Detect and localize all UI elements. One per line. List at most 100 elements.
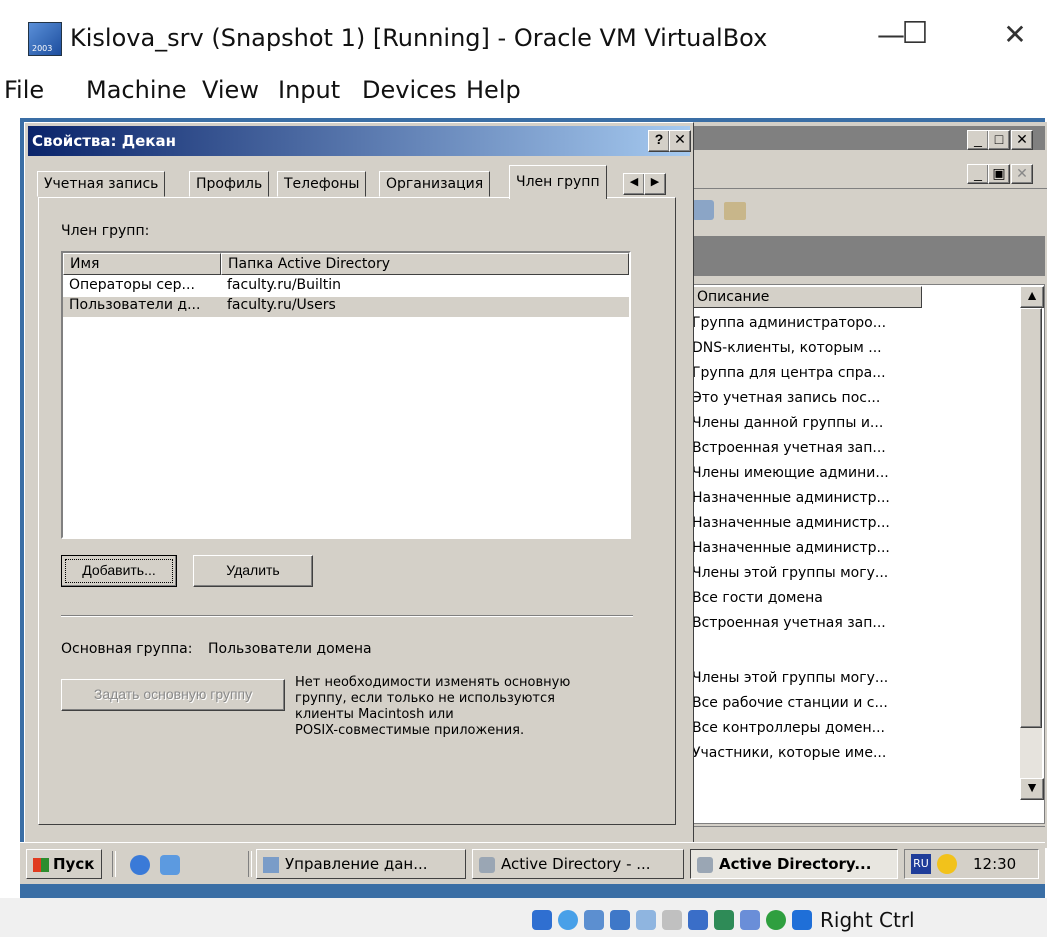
find-icon[interactable] — [692, 200, 714, 220]
help-icon[interactable]: ? — [648, 130, 670, 152]
menu-file[interactable]: File — [4, 76, 44, 104]
shared-folders-icon[interactable] — [662, 910, 682, 930]
tab-scroll-right-icon[interactable]: ▶ — [644, 173, 666, 195]
close-button[interactable]: ✕ — [990, 18, 1040, 51]
scroll-down-icon[interactable]: ▼ — [1020, 778, 1044, 800]
bg-maximize-icon[interactable]: □ — [988, 130, 1010, 150]
group-folder: faculty.ru/Users — [227, 297, 336, 313]
list-item[interactable]: Назначенные администр... — [692, 515, 890, 531]
add-button[interactable]: Добавить... — [61, 555, 177, 587]
member-of-label: Член групп: — [61, 223, 150, 239]
tab-account[interactable]: Учетная запись — [37, 171, 166, 197]
description-column-header[interactable]: Описание — [692, 286, 922, 308]
group-folder: faculty.ru/Builtin — [227, 277, 342, 293]
virtualbox-app-icon: 2003 — [28, 22, 62, 56]
menu-help[interactable]: Help — [466, 76, 521, 104]
dialog-close-icon[interactable]: ✕ — [669, 130, 691, 152]
table-row[interactable]: Пользователи д... faculty.ru/Users — [63, 297, 629, 317]
list-item[interactable]: Все рабочие станции и с... — [692, 695, 888, 711]
scrollbar-thumb[interactable] — [1020, 308, 1042, 728]
list-item[interactable]: Назначенные администр... — [692, 490, 890, 506]
tab-profile[interactable]: Профиль — [189, 171, 270, 197]
quick-launch-icon[interactable] — [160, 855, 180, 875]
remove-button[interactable]: Удалить — [193, 555, 313, 587]
menu-view[interactable]: View — [202, 76, 259, 104]
tab-phones[interactable]: Телефоны — [277, 171, 367, 197]
child-restore-icon[interactable]: ▣ — [988, 164, 1010, 184]
column-name-header[interactable]: Имя — [63, 253, 221, 275]
optical-drive-icon[interactable] — [532, 910, 552, 930]
language-indicator[interactable]: RU — [911, 854, 931, 874]
list-item[interactable]: Все гости домена — [692, 590, 823, 606]
recording-icon[interactable] — [714, 910, 734, 930]
list-item[interactable]: Члены этой группы могу... — [692, 670, 888, 686]
tree-icon[interactable] — [724, 202, 746, 220]
list-item[interactable]: Члены этой группы могу... — [692, 565, 888, 581]
maximize-button[interactable]: ☐ — [890, 16, 940, 51]
menu-input[interactable]: Input — [278, 76, 340, 104]
start-button[interactable]: Пуск — [26, 849, 102, 879]
properties-dialog: Свойства: Декан ? ✕ Учетная запись Профи… — [24, 122, 694, 848]
tab-member-of[interactable]: Член групп — [509, 165, 607, 199]
cpu-icon[interactable] — [740, 910, 760, 930]
system-tray: RU 12:30 — [904, 849, 1039, 879]
host-title-bar: 2003 Kislova_srv (Snapshot 1) [Running] … — [0, 0, 1047, 80]
list-item[interactable]: Группа для центра спра... — [692, 365, 886, 381]
groups-list[interactable]: Имя Папка Active Directory Операторы сер… — [61, 251, 631, 539]
ad-icon — [697, 856, 713, 873]
scroll-up-icon[interactable]: ▲ — [1020, 286, 1044, 308]
taskbar-button-computer-management[interactable]: Управление дан... — [256, 849, 466, 879]
group-name: Операторы сер... — [69, 277, 195, 293]
start-label: Пуск — [53, 855, 95, 873]
column-folder-header[interactable]: Папка Active Directory — [221, 253, 629, 275]
divider — [61, 615, 633, 617]
audio-icon[interactable] — [584, 910, 604, 930]
menu-machine[interactable]: Machine — [86, 76, 186, 104]
windows-logo-icon — [33, 857, 49, 872]
table-row[interactable]: Операторы сер... faculty.ru/Builtin — [63, 277, 629, 297]
tab-scroll-left-icon[interactable]: ◀ — [623, 173, 645, 195]
taskbar-button-active-directory-2[interactable]: Active Directory... — [690, 849, 898, 879]
bg-window-banner — [690, 236, 1045, 276]
note-line: Нет необходимости изменять основную — [295, 675, 571, 690]
list-item[interactable]: Члены данной группы и... — [692, 415, 883, 431]
internet-explorer-icon[interactable] — [130, 855, 150, 875]
taskbar-button-active-directory-1[interactable]: Active Directory - ... — [472, 849, 684, 879]
taskbar-label: Active Directory - ... — [501, 855, 651, 873]
list-item[interactable]: Назначенные администр... — [692, 540, 890, 556]
bg-minimize-icon[interactable]: _ — [967, 130, 989, 150]
set-primary-group-button[interactable]: Задать основную группу — [61, 679, 285, 711]
background-window: _ □ ✕ _ ▣ ✕ Описание ▲ ▼ — [688, 122, 1047, 848]
keyboard-capture-icon[interactable] — [792, 910, 812, 930]
primary-group-value: Пользователи домена — [208, 641, 372, 657]
taskbar: Пуск Управление дан... Active Directory … — [20, 842, 1045, 884]
tab-organization[interactable]: Организация — [379, 171, 491, 197]
display-icon[interactable] — [688, 910, 708, 930]
usb-icon[interactable] — [636, 910, 656, 930]
note-line: группу, если только не используются — [295, 691, 555, 706]
child-close-icon[interactable]: ✕ — [1011, 164, 1033, 184]
bg-close-icon[interactable]: ✕ — [1011, 130, 1033, 150]
list-item[interactable]: DNS-клиенты, которым ... — [692, 340, 882, 356]
console-icon — [263, 856, 279, 873]
ad-icon — [479, 856, 495, 873]
list-item[interactable]: Это учетная запись пос... — [692, 390, 880, 406]
clock: 12:30 — [973, 855, 1017, 873]
shield-icon[interactable] — [937, 854, 957, 874]
list-item[interactable]: Группа администраторо... — [692, 315, 886, 331]
disk-icon[interactable] — [558, 910, 578, 930]
menu-devices[interactable]: Devices — [362, 76, 457, 104]
list-item[interactable]: Все контроллеры домен... — [692, 720, 885, 736]
list-item[interactable]: Участники, которые име... — [692, 745, 886, 761]
mouse-integration-icon[interactable] — [766, 910, 786, 930]
list-item[interactable]: Члены имеющие админи... — [692, 465, 889, 481]
list-item[interactable]: Встроенная учетная зап... — [692, 615, 886, 631]
host-menu-bar: File Machine View Input Devices Help — [0, 76, 1047, 116]
dialog-title-bar[interactable]: Свойства: Декан ? ✕ — [28, 126, 691, 156]
note-line: POSIX-совместимые приложения. — [295, 723, 525, 738]
host-key-label: Right Ctrl — [820, 908, 915, 932]
child-minimize-icon[interactable]: _ — [967, 164, 989, 184]
list-item[interactable]: Встроенная учетная зап... — [692, 440, 886, 456]
network-icon[interactable] — [610, 910, 630, 930]
primary-group-label: Основная группа: — [61, 641, 193, 657]
